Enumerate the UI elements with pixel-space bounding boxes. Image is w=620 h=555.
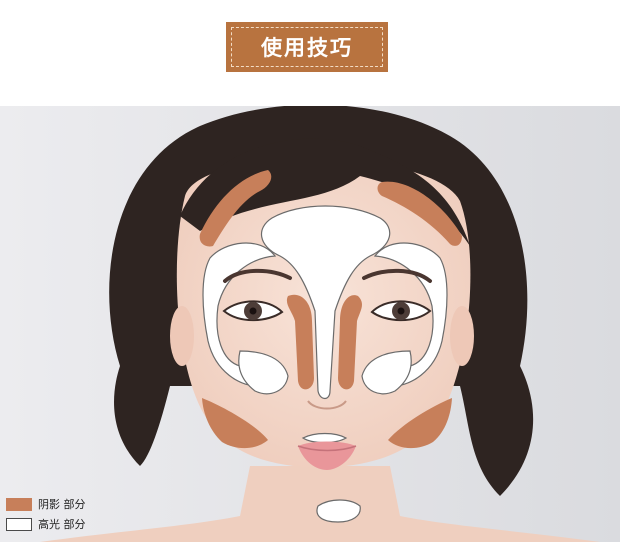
legend: 阴影 部分 高光 部分	[6, 494, 86, 534]
title-badge: 使用技巧	[226, 22, 388, 72]
legend-label-shadow: 阴影 部分	[38, 498, 86, 511]
shadow-swatch	[6, 497, 32, 511]
page-title: 使用技巧	[261, 36, 353, 60]
right-pupil	[397, 307, 405, 315]
highlight-chin	[316, 499, 361, 523]
highlight-swatch	[6, 517, 32, 531]
right-ear	[450, 306, 474, 366]
legend-item-highlight: 高光 部分	[6, 514, 86, 534]
left-ear	[170, 306, 194, 366]
left-pupil	[249, 307, 257, 315]
legend-label-highlight: 高光 部分	[38, 518, 86, 531]
contour-face-illustration	[0, 106, 620, 542]
title-frame: 使用技巧	[231, 27, 383, 67]
legend-item-shadow: 阴影 部分	[6, 494, 86, 514]
